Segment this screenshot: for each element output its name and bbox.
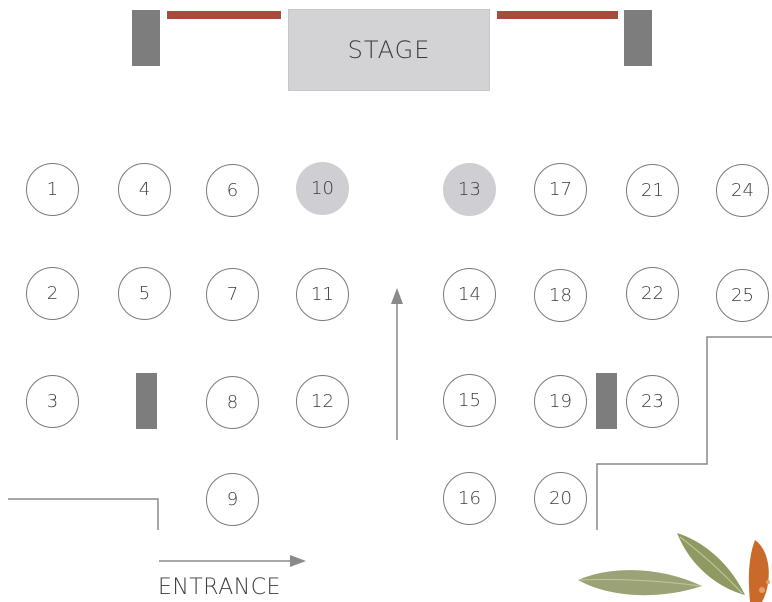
wall-left <box>8 498 159 530</box>
entrance-arrow <box>159 555 306 567</box>
wall-right <box>596 336 772 530</box>
floor-plan: STAGE 1 2 3 4 5 6 7 8 9 10 11 12 13 14 1… <box>0 0 772 602</box>
leaf-decoration-icon <box>578 533 770 602</box>
aisle-arrow <box>391 288 403 440</box>
entrance-label: ENTRANCE <box>158 575 281 600</box>
floor-plan-lines <box>8 288 772 602</box>
